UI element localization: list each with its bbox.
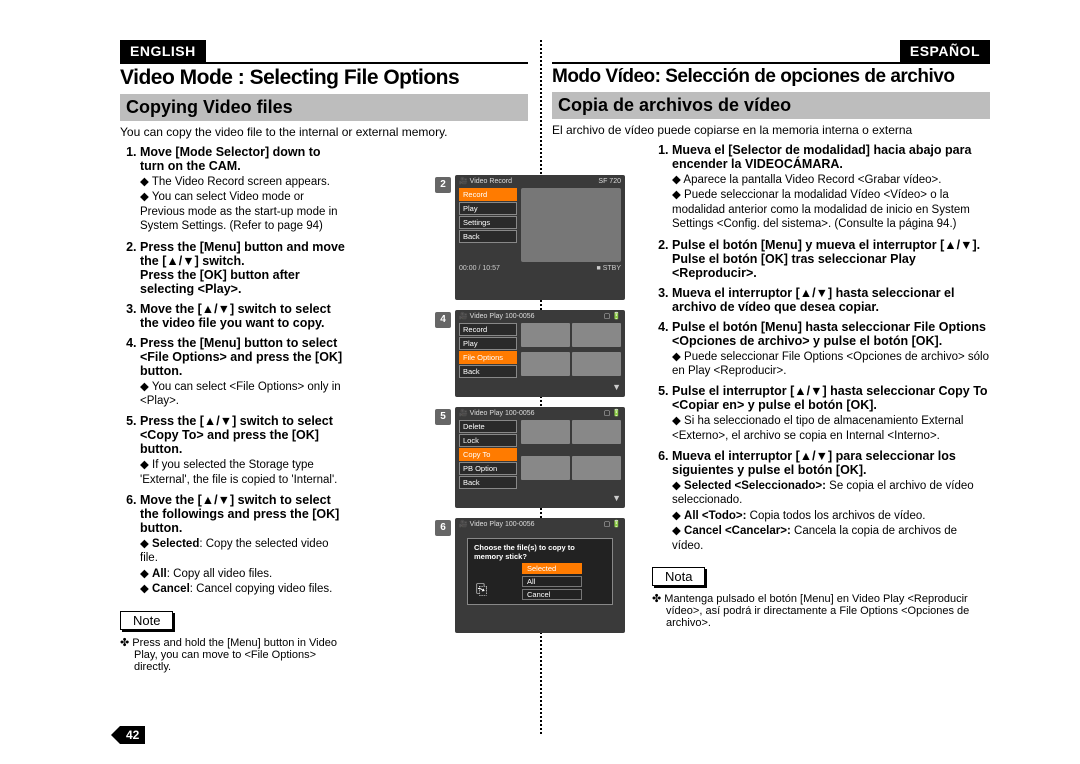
step6-es: Mueva el interruptor [▲/▼] para seleccio…: [672, 449, 956, 477]
lang-english: ENGLISH: [120, 40, 206, 62]
screen5-menu-lock: Lock: [459, 434, 517, 447]
thumb: [521, 456, 570, 480]
title-es: Modo Vídeo: Selección de opciones de arc…: [552, 66, 990, 88]
screen-number-2: 2: [435, 177, 451, 193]
screen2-badges: SF 720: [598, 178, 621, 185]
screen5-menu-delete: Delete: [459, 420, 517, 433]
screen4-menu-play: Play: [459, 337, 517, 350]
screen6-opt-cancel: Cancel: [522, 589, 582, 600]
subtitle-es: Copia de archivos de vídeo: [552, 92, 990, 119]
step5-detail1-es: Si ha seleccionado el tipo de almacenami…: [672, 414, 990, 443]
step6-d2-en: All: Copy all video files.: [140, 567, 348, 581]
thumb: [521, 420, 570, 444]
screen5-title: 🎥 Video Play 100-0056: [459, 409, 535, 417]
step4-es: Pulse el botón [Menu] hasta seleccionar …: [672, 320, 986, 348]
intro-es: El archivo de vídeo puede copiarse en la…: [552, 123, 990, 137]
screen2-preview: [521, 188, 621, 262]
screen-number-6: 6: [435, 520, 451, 536]
thumb: [521, 352, 570, 376]
screen4-menu-back: Back: [459, 365, 517, 378]
copy-icon: ⎘: [476, 581, 487, 598]
step1-detail1-en: The Video Record screen appears.: [140, 175, 348, 189]
note-label-en: Note: [120, 611, 173, 630]
step6-d3-en: Cancel: Cancel copying video files.: [140, 582, 348, 596]
screen2-menu-back: Back: [459, 230, 517, 243]
step5-detail1-en: If you selected the Storage type 'Extern…: [140, 458, 348, 487]
step6-d1-en: Selected: Copy the selected video file.: [140, 537, 348, 566]
step6-d3-es: Cancel <Cancelar>: Cancela la copia de a…: [672, 524, 990, 553]
screen2-menu-record: Record: [459, 188, 517, 201]
note-text-en: Press and hold the [Menu] button in Vide…: [120, 636, 348, 673]
step1-detail2-es: Puede seleccionar la modalidad Vídeo <Ví…: [672, 188, 990, 231]
thumb: [572, 352, 621, 376]
screen6-popup-question: Choose the file(s) to copy to memory sti…: [474, 543, 606, 561]
screen-number-5: 5: [435, 409, 451, 425]
step5-es: Pulse el interruptor [▲/▼] hasta selecci…: [672, 384, 988, 412]
steps-es: Mueva el [Selector de modalidad] hacia a…: [652, 143, 990, 553]
screen2-time: 00:00 / 10:57: [459, 265, 500, 272]
screen2-stby: ■ STBY: [597, 265, 621, 272]
steps-en: Move [Mode Selector] down to turn on the…: [120, 145, 348, 597]
step2b-en: Press the [OK] button after selecting <P…: [140, 268, 300, 296]
thumb: [572, 420, 621, 444]
step1-detail1-es: Aparece la pantalla Video Record <Grabar…: [672, 173, 990, 187]
lang-espanol: ESPAÑOL: [900, 40, 990, 62]
intro-en: You can copy the video file to the inter…: [120, 125, 528, 139]
screen4-menu-record: Record: [459, 323, 517, 336]
screen4-title: 🎥 Video Play 100-0056: [459, 312, 535, 320]
screen4-menu-fileoptions: File Options: [459, 351, 517, 364]
screen6-popup: Choose the file(s) to copy to memory sti…: [467, 538, 613, 605]
screen-illustrations: 2 🎥 Video Record SF 720 Record Play Sett…: [455, 175, 625, 643]
step4-detail1-es: Puede seleccionar File Options <Opciones…: [672, 350, 990, 379]
step6-en: Move the [▲/▼] switch to select the foll…: [140, 493, 339, 535]
screen5-menu-back: Back: [459, 476, 517, 489]
thumb: [572, 456, 621, 480]
step1-detail2-en: You can select Video mode or Previous mo…: [140, 190, 348, 233]
thumb: [572, 323, 621, 347]
step5-en: Press the [▲/▼] switch to select <Copy T…: [140, 414, 333, 456]
page-number: 42: [120, 726, 145, 744]
thumb: [521, 323, 570, 347]
screen6-opt-selected: Selected: [522, 563, 582, 574]
screen2-title: 🎥 Video Record: [459, 177, 512, 185]
step3-es: Mueva el interruptor [▲/▼] hasta selecci…: [672, 286, 954, 314]
step3-en: Move the [▲/▼] switch to select the vide…: [140, 302, 331, 330]
screen2-menu-play: Play: [459, 202, 517, 215]
step1-es: Mueva el [Selector de modalidad] hacia a…: [672, 143, 971, 171]
screen5-menu-copyto: Copy To: [459, 448, 517, 461]
step4-en: Press the [Menu] button to select <File …: [140, 336, 342, 378]
step2-es: Pulse el botón [Menu] y mueva el interru…: [672, 238, 980, 280]
step6-d1-es: Selected <Seleccionado>: Se copia el arc…: [672, 479, 990, 508]
screen-number-4: 4: [435, 312, 451, 328]
step1-en: Move [Mode Selector] down to turn on the…: [140, 145, 321, 173]
step2-en: Press the [Menu] button and move the [▲/…: [140, 240, 345, 268]
screen2-menu-settings: Settings: [459, 216, 517, 229]
subtitle-en: Copying Video files: [120, 94, 528, 121]
screen6-opt-all: All: [522, 576, 582, 587]
note-label-es: Nota: [652, 567, 705, 586]
screen6-title: 🎥 Video Play 100-0056: [459, 520, 535, 528]
title-en: Video Mode : Selecting File Options: [120, 66, 528, 90]
step6-d2-es: All <Todo>: Copia todos los archivos de …: [672, 509, 990, 523]
note-text-es: Mantenga pulsado el botón [Menu] en Vide…: [652, 592, 990, 629]
screen5-menu-pboption: PB Option: [459, 462, 517, 475]
step4-detail1-en: You can select <File Options> only in <P…: [140, 380, 348, 409]
